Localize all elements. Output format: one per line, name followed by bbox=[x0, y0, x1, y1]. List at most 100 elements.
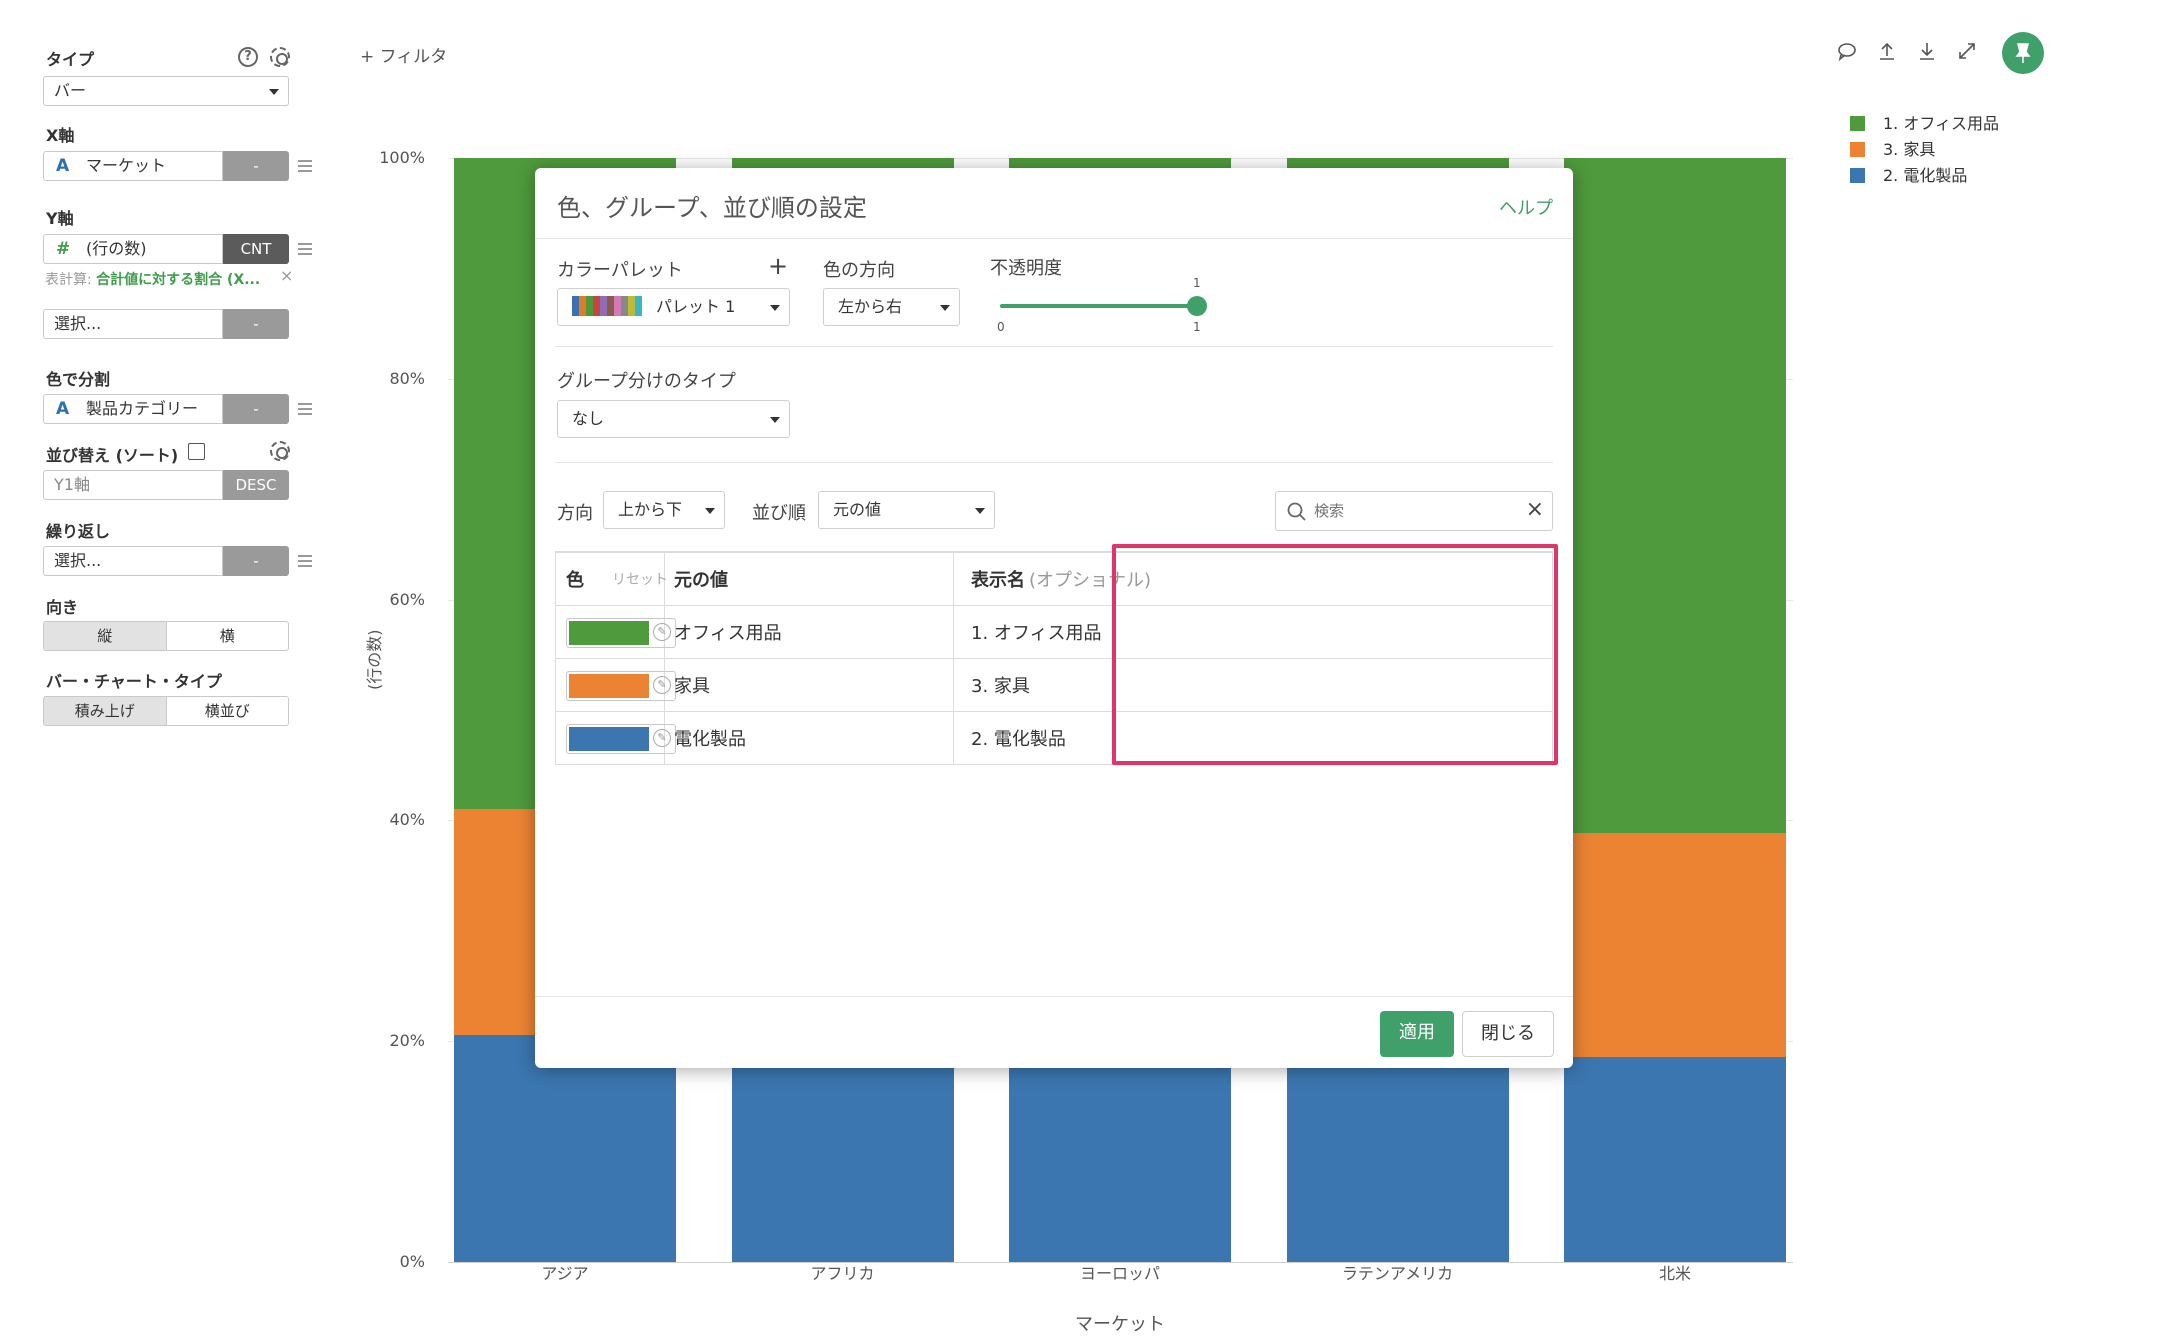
group-type-select[interactable]: なし bbox=[557, 400, 790, 438]
table-header: 色 リセット 元の値 表示名 (オプショナル) bbox=[556, 552, 1552, 605]
clear-search-icon[interactable]: × bbox=[1526, 497, 1544, 523]
expand-icon[interactable] bbox=[1956, 40, 1978, 67]
reset-colors-button[interactable]: リセット bbox=[612, 553, 668, 605]
pencil-icon: ✎ bbox=[653, 623, 671, 641]
chevron-down-icon bbox=[770, 417, 780, 423]
add-palette-button[interactable]: + bbox=[768, 252, 788, 280]
gear-icon[interactable] bbox=[270, 441, 290, 461]
x-axis-field[interactable]: A マーケット bbox=[43, 151, 223, 181]
y-axis-field-name: (行の数) bbox=[86, 239, 147, 258]
color-agg-button[interactable]: - bbox=[223, 394, 289, 424]
color-picker-button[interactable]: ✎ bbox=[566, 618, 676, 648]
legend-item[interactable]: 1. オフィス用品 bbox=[1850, 110, 1999, 134]
display-name-input[interactable]: 1. オフィス用品 bbox=[971, 606, 1102, 658]
bar-segment[interactable] bbox=[1564, 158, 1786, 833]
pencil-icon: ✎ bbox=[653, 676, 671, 694]
repeat-label: 繰り返し bbox=[46, 522, 111, 541]
y-tick-label: 80% bbox=[389, 368, 425, 388]
display-name-input[interactable]: 2. 電化製品 bbox=[971, 712, 1066, 764]
bar-segment[interactable] bbox=[454, 1034, 676, 1262]
orientation-horizontal[interactable]: 横 bbox=[165, 622, 289, 650]
bar-type-grouped[interactable]: 横並び bbox=[165, 697, 289, 725]
type-select[interactable]: バー bbox=[43, 76, 289, 106]
x-axis-line bbox=[448, 1262, 1793, 1263]
upload-icon[interactable] bbox=[1876, 40, 1898, 67]
group-type-label: グループ分けのタイプ bbox=[557, 371, 736, 392]
table-calc-value: 合計値に対する割合 (X... bbox=[96, 272, 261, 288]
order-direction-value: 上から下 bbox=[618, 500, 683, 519]
color-picker-button[interactable]: ✎ bbox=[566, 724, 676, 754]
opacity-min: 0 bbox=[997, 320, 1005, 334]
table-row: ✎ 家具 3. 家具 bbox=[556, 658, 1552, 711]
opacity-value: 1 bbox=[1193, 276, 1201, 290]
help-icon[interactable]: ? bbox=[238, 47, 258, 67]
color-field[interactable]: A 製品カテゴリー bbox=[43, 394, 223, 424]
add-filter-button[interactable]: + フィルタ bbox=[360, 42, 447, 67]
order-direction-label: 方向 bbox=[557, 503, 593, 524]
color-picker-button[interactable]: ✎ bbox=[566, 671, 676, 701]
color-field-name: 製品カテゴリー bbox=[86, 399, 199, 418]
sort-field[interactable]: Y1軸 bbox=[43, 470, 223, 500]
color-direction-select[interactable]: 左から右 bbox=[823, 288, 960, 326]
order-direction-select[interactable]: 上から下 bbox=[603, 491, 725, 529]
repeat-select[interactable]: 選択... bbox=[43, 546, 223, 576]
bar-segment[interactable] bbox=[731, 1034, 954, 1262]
gear-icon[interactable] bbox=[270, 47, 290, 67]
chevron-down-icon bbox=[940, 305, 950, 311]
pin-icon[interactable] bbox=[2002, 32, 2044, 74]
comment-icon[interactable] bbox=[1836, 40, 1858, 67]
number-type-icon: # bbox=[56, 239, 71, 259]
chevron-down-icon bbox=[269, 89, 279, 95]
original-value: オフィス用品 bbox=[674, 623, 782, 644]
bar-segment[interactable] bbox=[1564, 1056, 1786, 1262]
menu-icon[interactable] bbox=[298, 243, 312, 258]
divider bbox=[535, 238, 1573, 239]
opacity-max: 1 bbox=[1193, 320, 1201, 334]
sort-order-button[interactable]: DESC bbox=[223, 470, 289, 500]
repeat-agg-button[interactable]: - bbox=[223, 546, 289, 576]
table-row: ✎ オフィス用品 1. オフィス用品 bbox=[556, 605, 1552, 658]
chevron-down-icon bbox=[705, 508, 715, 514]
bar-segment[interactable] bbox=[1286, 1034, 1509, 1262]
close-icon[interactable]: × bbox=[280, 266, 293, 285]
menu-icon[interactable] bbox=[298, 555, 312, 570]
close-button[interactable]: 閉じる bbox=[1462, 1011, 1554, 1057]
y-axis-agg-button[interactable]: CNT bbox=[223, 234, 289, 264]
extra-agg-button[interactable]: - bbox=[223, 309, 289, 339]
table-row: ✎ 電化製品 2. 電化製品 bbox=[556, 711, 1552, 764]
x-axis-label: X軸 bbox=[46, 126, 75, 145]
extra-select[interactable]: 選択... bbox=[43, 309, 223, 339]
legend-swatch bbox=[1850, 168, 1865, 183]
sort-order-select[interactable]: 元の値 bbox=[818, 491, 995, 529]
legend-item[interactable]: 2. 電化製品 bbox=[1850, 162, 1967, 186]
display-name-input[interactable]: 3. 家具 bbox=[971, 659, 1030, 711]
opacity-slider-handle[interactable] bbox=[1187, 296, 1207, 316]
menu-icon[interactable] bbox=[298, 403, 312, 418]
opacity-slider-track[interactable] bbox=[1000, 304, 1197, 308]
sort-checkbox[interactable] bbox=[188, 443, 205, 460]
palette-select[interactable]: パレット 1 bbox=[557, 288, 790, 326]
table-calc[interactable]: 表計算: 合計値に対する割合 (X... bbox=[45, 269, 260, 289]
bar-type-stacked[interactable]: 積み上げ bbox=[44, 697, 166, 725]
bar-segment[interactable] bbox=[1564, 832, 1786, 1057]
original-value-header: 元の値 bbox=[674, 570, 728, 591]
download-icon[interactable] bbox=[1916, 40, 1938, 67]
help-link[interactable]: ヘルプ bbox=[1499, 194, 1553, 220]
original-value: 電化製品 bbox=[674, 729, 746, 750]
x-axis-agg-button[interactable]: - bbox=[223, 151, 289, 181]
text-type-icon: A bbox=[56, 399, 70, 419]
search-input[interactable] bbox=[1314, 498, 1514, 524]
group-type-value: なし bbox=[572, 409, 605, 428]
legend-swatch bbox=[1850, 116, 1865, 131]
x-axis-field-name: マーケット bbox=[86, 156, 167, 175]
y-axis-field[interactable]: # (行の数) bbox=[43, 234, 223, 264]
orientation-vertical[interactable]: 縦 bbox=[44, 622, 166, 650]
palette-select-value: パレット 1 bbox=[656, 297, 736, 316]
x-tick-label: 北米 bbox=[1658, 1264, 1691, 1283]
bar-segment[interactable] bbox=[1009, 1034, 1231, 1262]
menu-icon[interactable] bbox=[298, 160, 312, 175]
legend-item[interactable]: 3. 家具 bbox=[1850, 136, 1935, 160]
apply-button[interactable]: 適用 bbox=[1380, 1011, 1454, 1057]
display-name-header-text: 表示名 bbox=[971, 570, 1025, 591]
sort-order-value: 元の値 bbox=[833, 500, 882, 519]
